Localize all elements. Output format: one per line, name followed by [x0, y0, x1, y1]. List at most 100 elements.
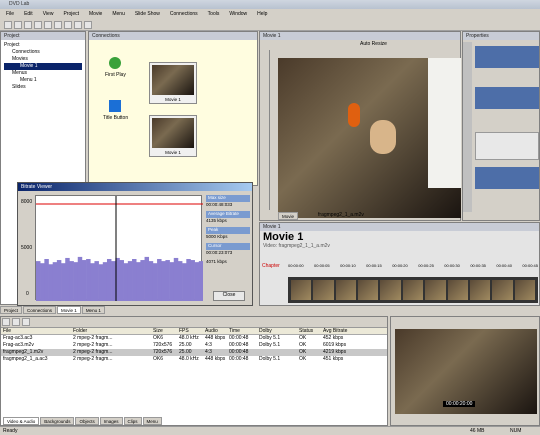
table-cell: OK — [299, 356, 307, 362]
column-header[interactable]: Status — [297, 328, 321, 334]
tool-strip — [260, 50, 270, 210]
asset-tab[interactable]: Backgrounds — [40, 417, 75, 425]
asset-tab[interactable]: Menu — [142, 417, 162, 425]
menu-item[interactable]: Movie — [89, 11, 102, 17]
tree-item[interactable]: Slides — [4, 84, 82, 91]
menu-item[interactable]: View — [43, 11, 54, 17]
column-header[interactable]: Size — [151, 328, 177, 334]
transp-section[interactable] — [475, 132, 539, 160]
table-cell: 25.00 — [179, 349, 192, 355]
burn-icon[interactable] — [84, 20, 92, 29]
bitrate-bar — [165, 260, 170, 301]
redo-icon[interactable] — [74, 20, 82, 29]
bitrate-chart — [35, 195, 204, 301]
asset-tab[interactable]: Video & Audio — [3, 417, 40, 425]
bitrate-bar — [127, 261, 133, 301]
properties-tab-strip — [463, 42, 472, 212]
menu-item[interactable]: Connections — [170, 11, 198, 17]
table-row[interactable]: fragmpeg2_1.m2v 2 mpeg-2 fragm... 720x576 2… — [1, 349, 387, 356]
table-cell: fragmpeg2_1_a.ac3 — [3, 356, 48, 362]
bitrate-bar — [119, 260, 124, 301]
copy-icon[interactable] — [44, 20, 52, 29]
table-cell: OK — [299, 335, 307, 341]
window-title: DVD Lab — [9, 1, 30, 7]
table-cell: 2 mpeg-2 fragm... — [73, 349, 113, 355]
bitrate-bar — [73, 262, 79, 301]
bitrate-bar — [182, 263, 187, 301]
zoom-label[interactable]: Auto Resize — [360, 41, 387, 47]
tree-item[interactable]: Movies — [4, 56, 82, 63]
column-header[interactable]: Time — [227, 328, 257, 334]
tree-item[interactable]: Menus — [4, 70, 82, 77]
table-cell: OK — [299, 342, 307, 348]
column-header[interactable]: Avg Bitrate — [321, 328, 361, 334]
movie-view-title: Movie 1 — [260, 32, 460, 40]
main-toolbar — [0, 19, 540, 31]
film-frame — [425, 280, 446, 300]
column-header[interactable]: Folder — [71, 328, 151, 334]
peak-label: Peak — [206, 227, 250, 234]
add-asset-icon[interactable] — [2, 318, 10, 326]
asset-tab[interactable]: Objects — [75, 417, 99, 425]
table-cell: OK6 — [153, 356, 164, 362]
menu-item[interactable]: Tools — [208, 11, 220, 17]
table-cell: 25.00 — [179, 342, 192, 348]
tree-item[interactable]: Movie 1 — [4, 63, 82, 70]
film-frame — [335, 280, 357, 300]
column-header[interactable]: File — [1, 328, 71, 334]
film-frame — [514, 280, 535, 300]
title-button-icon[interactable] — [109, 100, 121, 112]
import-icon[interactable] — [22, 318, 30, 326]
bitrate-bar — [61, 263, 66, 301]
menu-item[interactable]: Project — [63, 11, 79, 17]
close-button[interactable]: Close — [213, 291, 245, 301]
tree-item[interactable]: Project — [4, 42, 82, 49]
menu-item[interactable]: Edit — [24, 11, 33, 17]
table-cell: Frag-ac3.m2v — [3, 342, 34, 348]
menu-item[interactable]: Help — [257, 11, 267, 17]
time-tick: 00:00:45 — [522, 263, 538, 268]
menu-item[interactable]: Window — [229, 11, 247, 17]
table-row[interactable]: Frag-ac3.ac3 2 mpeg-2 fragm... OK6 48.0 kHz… — [1, 335, 387, 342]
table-cell: Dolby 5.1 — [259, 342, 281, 348]
bitrate-bar — [152, 263, 158, 301]
tree-item[interactable]: Connections — [4, 49, 82, 56]
menu-node[interactable]: Movie 1 — [149, 62, 197, 104]
column-header[interactable]: Dolby — [257, 328, 297, 334]
menu-item[interactable]: Menu — [112, 11, 125, 17]
table-row[interactable]: Frag-ac3.m2v 2 mpeg-2 fragm... 720x576 25.0… — [1, 342, 387, 349]
undo-icon[interactable] — [64, 20, 72, 29]
asset-tab[interactable]: Clips — [123, 417, 142, 425]
status-bar: Ready 46 MB NUM — [0, 426, 540, 435]
new-icon[interactable] — [4, 20, 12, 29]
movie-node[interactable]: Movie 1 — [149, 115, 197, 157]
bottom-tab[interactable]: Project — [0, 306, 23, 314]
first-play-icon[interactable] — [109, 57, 121, 69]
bitrate-bar — [48, 264, 53, 301]
bottom-tab[interactable]: Menu 1 — [81, 306, 105, 314]
bottom-tab[interactable]: Connections — [23, 306, 57, 314]
table-row[interactable]: fragmpeg2_1_a.ac3 2 mpeg-2 fragm... OK6 48.… — [1, 356, 387, 363]
bitrate-bar — [65, 257, 70, 301]
time-tick: 00:00:10 — [340, 263, 356, 268]
bitrate-bar — [123, 263, 129, 301]
table-cell: 48.0 kHz — [179, 335, 199, 341]
save-icon[interactable] — [24, 20, 32, 29]
asset-tab[interactable]: Images — [99, 417, 123, 425]
time-tick: 00:00:40 — [496, 263, 512, 268]
column-header[interactable]: FPS — [177, 328, 203, 334]
tree-item[interactable]: Menu 1 — [4, 77, 82, 84]
menu-item[interactable]: File — [6, 11, 14, 17]
movie-tab[interactable]: Movie — [278, 212, 299, 220]
bottom-tab[interactable]: Movie 1 — [57, 306, 81, 314]
open-icon[interactable] — [14, 20, 22, 29]
menu-item[interactable]: Slide Show — [135, 11, 160, 17]
filmstrip[interactable] — [288, 277, 538, 303]
remove-asset-icon[interactable] — [12, 318, 20, 326]
paste-icon[interactable] — [54, 20, 62, 29]
column-header[interactable]: Audio — [203, 328, 227, 334]
bitrate-bar — [132, 259, 137, 301]
cut-icon[interactable] — [34, 20, 42, 29]
film-frame — [402, 280, 424, 300]
table-cell: 6019 kbps — [323, 342, 347, 348]
